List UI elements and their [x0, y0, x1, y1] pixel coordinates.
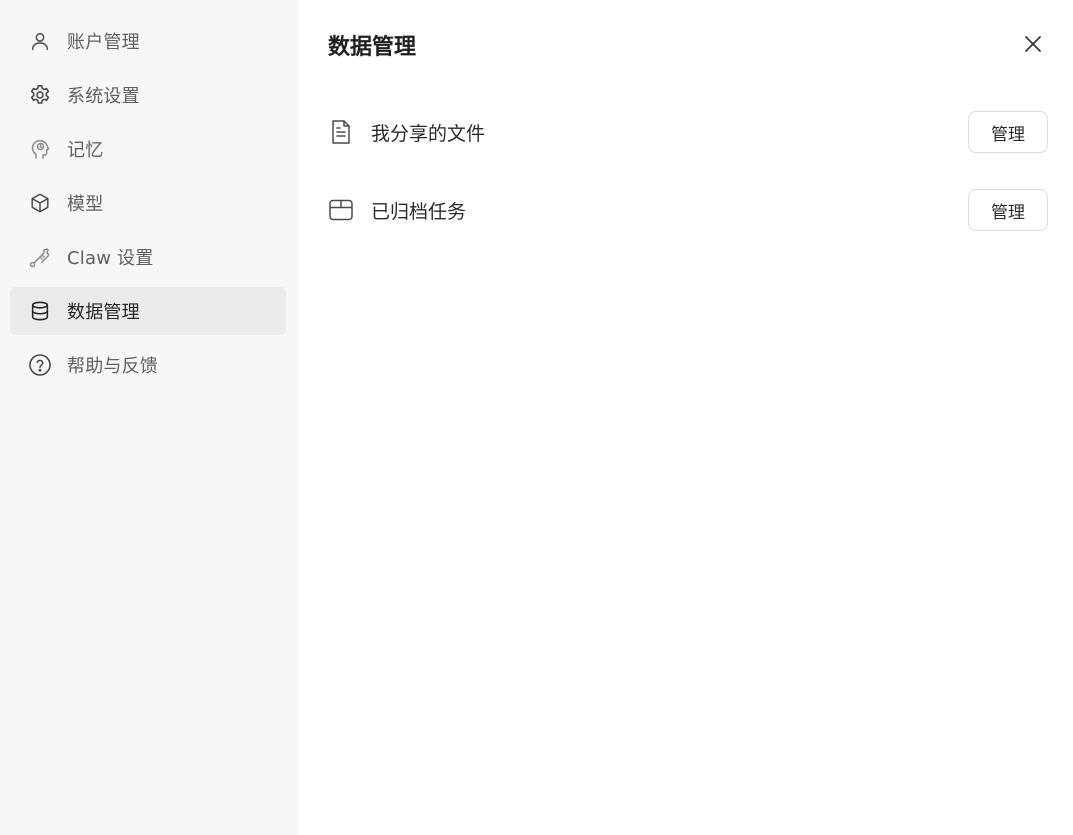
sidebar-item-account[interactable]: 账户管理 — [10, 17, 286, 65]
row-label: 已归档任务 — [371, 200, 467, 223]
data-management-list: 我分享的文件 管理 已归档任务 管理 — [328, 111, 1048, 231]
gear-icon — [28, 83, 52, 107]
row-label: 我分享的文件 — [371, 122, 486, 145]
user-icon — [28, 29, 52, 53]
sidebar-item-system-settings[interactable]: 系统设置 — [10, 71, 286, 119]
list-item-archived-tasks: 已归档任务 管理 — [328, 189, 1048, 231]
sidebar-item-label: 模型 — [67, 194, 104, 215]
claw-tool-icon — [28, 245, 52, 269]
help-circle-icon — [28, 353, 52, 377]
cube-icon — [28, 191, 52, 215]
sidebar-item-label: 数据管理 — [67, 302, 140, 323]
sidebar-item-data-management[interactable]: 数据管理 — [10, 287, 286, 335]
manage-shared-files-button[interactable]: 管理 — [968, 111, 1048, 153]
list-item-shared-files: 我分享的文件 管理 — [328, 111, 1048, 153]
main-panel: 数据管理 我分享的文件 管理 已归档任务 管理 — [298, 0, 1073, 835]
archive-box-icon — [328, 197, 354, 223]
settings-window: 账户管理 系统设置 记忆 模型 Claw 设置 数据管理 帮助与反馈 数据管理 … — [0, 0, 1073, 835]
page-title: 数据管理 — [328, 35, 417, 60]
sidebar-item-memory[interactable]: 记忆 — [10, 125, 286, 173]
close-icon — [1025, 36, 1041, 52]
manage-archived-tasks-button[interactable]: 管理 — [968, 189, 1048, 231]
close-button[interactable] — [1019, 30, 1047, 58]
sidebar-item-label: Claw 设置 — [67, 248, 154, 269]
sidebar-item-label: 记忆 — [67, 140, 104, 161]
sidebar-item-label: 系统设置 — [67, 86, 140, 107]
sidebar-item-help-feedback[interactable]: 帮助与反馈 — [10, 341, 286, 389]
sidebar-item-label: 帮助与反馈 — [67, 356, 158, 377]
memory-head-icon — [28, 137, 52, 161]
sidebar-item-model[interactable]: 模型 — [10, 179, 286, 227]
document-icon — [328, 119, 354, 145]
sidebar-item-label: 账户管理 — [67, 32, 140, 53]
database-icon — [28, 299, 52, 323]
sidebar: 账户管理 系统设置 记忆 模型 Claw 设置 数据管理 帮助与反馈 — [0, 0, 298, 835]
sidebar-item-claw-settings[interactable]: Claw 设置 — [10, 233, 286, 281]
